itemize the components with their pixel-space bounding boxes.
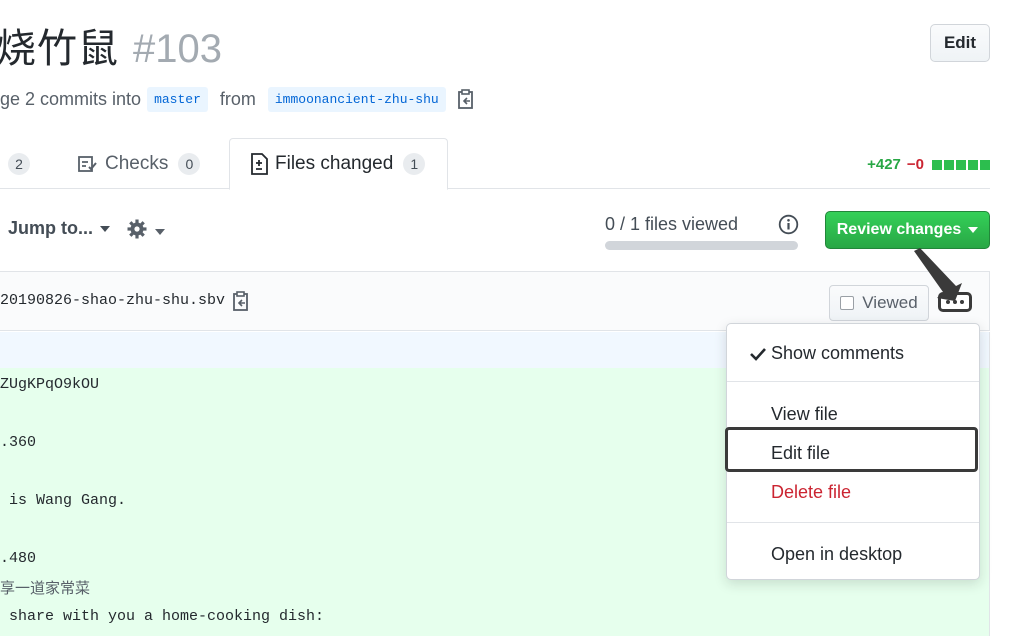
review-changes-label: Review changes [836, 221, 962, 238]
diff-line: ZUgKPqO9kOU [0, 376, 100, 393]
diff-line: .360 [0, 434, 37, 451]
review-changes-button[interactable]: Review changes [825, 211, 990, 249]
menu-divider [727, 381, 979, 382]
diffstat-block [956, 159, 966, 170]
merge-text: ge 2 commits into [0, 88, 142, 109]
tab-checks-count: 0 [178, 152, 201, 175]
jump-to-dropdown[interactable]: Jump to... [8, 218, 110, 239]
diff-settings-button[interactable] [126, 218, 165, 245]
tab-files-changed-label: Files changed [275, 153, 394, 174]
diff-line: share with you a home-cooking dish: [0, 608, 325, 625]
tab-commits-count: 2 [8, 152, 30, 175]
menu-item-open-desktop[interactable]: Open in desktop [771, 544, 902, 565]
menu-divider [727, 522, 979, 523]
diffstat-deletions: −0 [906, 156, 924, 173]
diff-line: .480 [0, 550, 37, 567]
diff-line: is Wang Gang. [0, 492, 127, 509]
pr-title: 烧竹鼠 #103 [0, 16, 222, 72]
files-viewed-bar [605, 241, 798, 250]
diffstat-blocks [930, 159, 990, 170]
chevron-down-icon [968, 227, 979, 233]
files-viewed-progress: 0 / 1 files viewed [605, 214, 800, 250]
pr-number: #103 [133, 27, 222, 71]
head-branch[interactable]: immoonancient-zhu-shu [267, 86, 446, 112]
diffstat-block [968, 159, 978, 170]
file-header: 20190826-shao-zhu-shu.sbv Viewed [0, 271, 990, 331]
pr-title-text: 烧竹鼠 [0, 26, 119, 72]
menu-item-view-file[interactable]: View file [771, 404, 838, 425]
file-name[interactable]: 20190826-shao-zhu-shu.sbv [0, 292, 225, 309]
check-icon [749, 346, 767, 367]
diffstat-block [932, 159, 942, 170]
pr-tabs: 2 Checks 0 Files changed 1 [0, 138, 990, 190]
checklist-icon [78, 155, 98, 173]
kebab-dot [946, 300, 950, 304]
diffstat-block [944, 159, 954, 170]
diffstat: +427 −0 [867, 156, 990, 173]
edit-file-highlight [725, 427, 978, 472]
menu-item-delete-file[interactable]: Delete file [771, 482, 851, 503]
menu-item-show-comments[interactable]: Show comments [771, 343, 904, 364]
edit-title-button[interactable]: Edit [930, 24, 990, 62]
file-actions-menu: Show comments View file Edit file Delete… [725, 323, 980, 580]
tab-files-changed-count: 1 [403, 153, 426, 175]
chevron-down-icon [100, 225, 110, 232]
tab-checks-label: Checks [105, 152, 169, 174]
viewed-label: Viewed [862, 293, 918, 312]
diffstat-block [980, 159, 990, 170]
info-icon[interactable] [778, 214, 799, 240]
chevron-down-icon [155, 228, 165, 235]
viewed-checkbox[interactable] [840, 296, 855, 310]
clipboard-icon[interactable] [456, 88, 476, 110]
diff-line: 享一道家常菜 [0, 579, 91, 597]
base-branch[interactable]: master [147, 86, 208, 112]
diffstat-additions: +427 [867, 156, 901, 173]
files-viewed-text: 0 / 1 files viewed [605, 214, 739, 234]
kebab-dot [960, 300, 964, 304]
clipboard-icon[interactable] [231, 290, 251, 317]
jump-to-label: Jump to... [8, 218, 93, 238]
tab-commits[interactable]: 2 [0, 138, 30, 189]
pr-merge-info: ge 2 commits into master from immoonanci… [0, 84, 476, 114]
kebab-dot [953, 300, 957, 304]
tab-checks[interactable]: Checks 0 [78, 138, 201, 189]
gear-icon [126, 218, 148, 245]
viewed-toggle[interactable]: Viewed [829, 285, 929, 321]
file-actions-button[interactable] [938, 292, 972, 312]
tab-files-changed[interactable]: Files changed 1 [229, 138, 449, 190]
from-word: from [219, 88, 256, 109]
file-diff-icon [250, 153, 268, 175]
